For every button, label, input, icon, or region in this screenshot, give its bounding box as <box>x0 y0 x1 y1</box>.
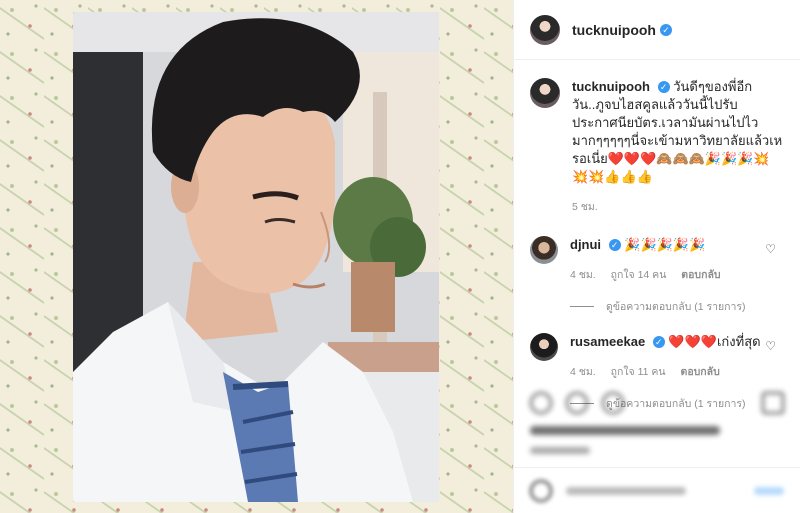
view-replies-link[interactable]: ดูข้อความตอบกลับ (1 รายการ) <box>570 298 784 315</box>
owner-username[interactable]: tucknuipooh <box>572 22 656 38</box>
post-photo[interactable] <box>73 12 439 502</box>
verified-badge-icon: ✓ <box>657 81 670 93</box>
commenter-avatar[interactable] <box>530 236 558 264</box>
caption-row: tucknuipooh ✓ วันดีๆของพี่อีกวัน..ภูจบไฮ… <box>530 78 784 216</box>
verified-badge-icon: ✓ <box>608 239 621 251</box>
caption-meta: 5 ชม. <box>572 198 784 216</box>
post-button[interactable] <box>754 486 784 495</box>
comment-time[interactable]: 4 ชม. <box>570 366 596 378</box>
comment-likes[interactable]: ถูกใจ 14 คน <box>611 269 667 281</box>
likes-count-blurred <box>530 426 720 435</box>
comment-content: rusameekae ✓ ❤️❤️❤️เก่งที่สุด <box>570 333 784 351</box>
comment-text: 🎉🎉🎉🎉🎉 <box>624 237 706 252</box>
emoji-icon[interactable] <box>530 479 552 502</box>
post-media-area <box>0 0 513 513</box>
caption-username[interactable]: tucknuipooh <box>572 79 650 94</box>
comment-username[interactable]: rusameekae <box>570 334 645 349</box>
caption-time[interactable]: 5 ชม. <box>572 201 598 213</box>
post-details-panel: tucknuipooh ✓ tucknuipooh ✓ วันดีๆของพี่… <box>513 0 800 513</box>
like-icon[interactable] <box>530 392 552 414</box>
caption-text: วันดีๆของพี่อีกวัน..ภูจบไฮสคูลแล้ววันนี้… <box>572 79 783 184</box>
comment-text: ❤️❤️❤️เก่งที่สุด <box>668 334 761 349</box>
caption-avatar[interactable] <box>530 78 560 108</box>
comment-row: rusameekae ✓ ❤️❤️❤️เก่งที่สุด 4 ชม. ถูกใ… <box>530 333 784 381</box>
like-heart-icon[interactable]: ♡ <box>765 242 776 256</box>
blurred-action-bar <box>530 392 784 454</box>
comment-input-blurred <box>530 479 784 502</box>
share-icon[interactable] <box>602 392 624 414</box>
divider-line <box>570 306 594 307</box>
action-icons <box>530 392 784 414</box>
reply-button[interactable]: ตอบกลับ <box>681 366 720 378</box>
post-header: tucknuipooh ✓ <box>514 0 800 60</box>
comments-section: tucknuipooh ✓ วันดีๆของพี่อีกวัน..ภูจบไฮ… <box>514 60 800 412</box>
bookmark-icon[interactable] <box>762 392 784 414</box>
comment-icon[interactable] <box>566 392 588 414</box>
like-heart-icon[interactable]: ♡ <box>765 339 776 353</box>
post-date-blurred <box>530 447 590 454</box>
comment-content: djnui ✓ 🎉🎉🎉🎉🎉 <box>570 236 784 254</box>
portrait-image <box>73 12 439 502</box>
comment-row: djnui ✓ 🎉🎉🎉🎉🎉 4 ชม. ถูกใจ 14 คน ตอบกลับ … <box>530 236 784 284</box>
owner-avatar[interactable] <box>530 14 560 45</box>
comment-username[interactable]: djnui <box>570 237 601 252</box>
verified-badge-icon: ✓ <box>652 336 665 348</box>
comment-input[interactable] <box>566 486 686 495</box>
caption: tucknuipooh ✓ วันดีๆของพี่อีกวัน..ภูจบไฮ… <box>572 78 784 186</box>
view-replies-label[interactable]: ดูข้อความตอบกลับ (1 รายการ) <box>606 298 746 315</box>
comment-input-bar <box>514 467 800 513</box>
comment-likes[interactable]: ถูกใจ 11 คน <box>611 366 666 378</box>
comment-meta: 4 ชม. ถูกใจ 11 คน ตอบกลับ <box>570 363 784 381</box>
comment-time[interactable]: 4 ชม. <box>570 269 596 281</box>
reply-button[interactable]: ตอบกลับ <box>681 269 720 281</box>
commenter-avatar[interactable] <box>530 333 558 361</box>
verified-badge-icon: ✓ <box>660 23 672 36</box>
comment-meta: 4 ชม. ถูกใจ 14 คน ตอบกลับ <box>570 266 784 284</box>
